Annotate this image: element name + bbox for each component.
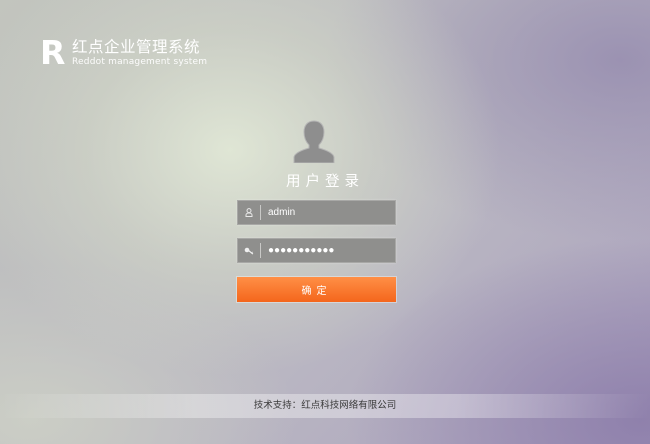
user-icon [238, 201, 260, 224]
login-title: 用户登录 [286, 174, 364, 190]
logo-text: 红点企业管理系统 Reddot management system [72, 38, 207, 67]
username-input[interactable] [268, 201, 390, 224]
username-field[interactable] [237, 200, 396, 225]
footer-credit: 技术支持：红点科技网络有限公司 [253, 400, 397, 411]
brand-logo: R 红点企业管理系统 Reddot management system [40, 33, 207, 72]
user-avatar-icon [293, 120, 335, 163]
field-divider [260, 243, 261, 258]
password-input[interactable] [268, 239, 390, 262]
logo-mark: R [40, 33, 65, 72]
submit-button[interactable]: 确定 [237, 277, 396, 302]
app-title: 红点企业管理系统 [72, 38, 201, 56]
footer-bar: 技术支持：红点科技网络有限公司 [0, 394, 650, 418]
app-subtitle: Reddot management system [72, 57, 208, 67]
field-divider [260, 205, 261, 220]
password-field[interactable] [237, 238, 396, 263]
key-icon [238, 239, 260, 262]
